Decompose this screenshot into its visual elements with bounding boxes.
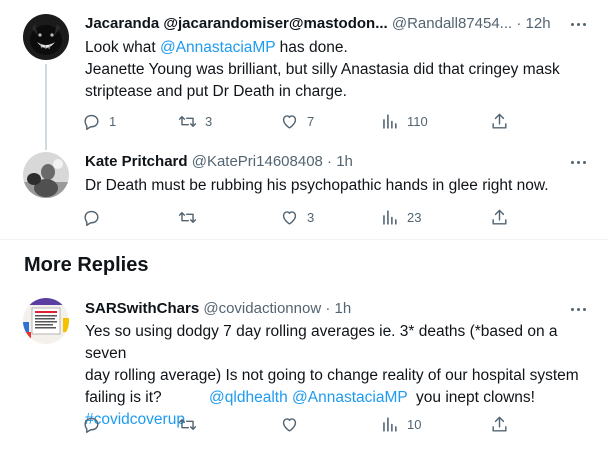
separator-dot: · <box>325 300 331 317</box>
view-count: 10 <box>407 416 422 432</box>
action-bar: 3 23 <box>82 205 512 229</box>
tweet-jacaranda[interactable]: Jacaranda @jacarandomiser@mastodon... @R… <box>0 0 608 150</box>
tweet-header: Kate Pritchard @KatePri14608408 · 1h <box>85 151 568 173</box>
heart-icon <box>282 114 297 129</box>
more-icon <box>570 160 574 164</box>
more-icon <box>570 307 574 311</box>
text-run: has done. <box>275 39 348 56</box>
view-count: 110 <box>407 113 428 129</box>
user-handle[interactable]: @Randall87454... <box>392 15 512 32</box>
share-button[interactable] <box>490 109 509 133</box>
share-icon <box>492 416 507 432</box>
text-run: Yes so using dodgy 7 day rolling average… <box>85 323 558 362</box>
reply-icon <box>84 210 99 226</box>
reply-icon <box>84 417 99 433</box>
text-run: Jeanette Young was brilliant, but silly … <box>85 61 560 78</box>
text-line: day rolling average) Is not going to cha… <box>85 365 592 387</box>
heart-icon <box>282 210 297 225</box>
more-button[interactable] <box>568 14 588 34</box>
avatar[interactable] <box>23 152 69 198</box>
more-button[interactable] <box>568 299 588 319</box>
more-icon <box>570 22 574 26</box>
reply-icon <box>84 114 99 130</box>
mention-link[interactable]: @AnnastaciaMP <box>292 389 407 406</box>
like-count: 3 <box>307 209 315 225</box>
tweet-kate-pritchard[interactable]: Kate Pritchard @KatePri14608408 · 1h Dr … <box>0 143 608 239</box>
text-run: Dr Death must be rubbing his psychopathi… <box>85 177 549 194</box>
retweet-icon <box>178 115 197 127</box>
share-button[interactable] <box>490 412 509 436</box>
action-bar: 1 3 7 110 <box>82 109 512 133</box>
heart-icon <box>282 417 297 432</box>
views-icon <box>383 113 397 129</box>
retweet-button[interactable] <box>178 205 205 229</box>
text-run: day rolling average) Is not going to cha… <box>85 367 579 384</box>
more-button[interactable] <box>568 152 588 172</box>
share-icon <box>492 209 507 225</box>
views-button[interactable]: 110 <box>380 109 428 133</box>
separator-dot: · <box>327 153 333 170</box>
text-line: Yes so using dodgy 7 day rolling average… <box>85 321 592 365</box>
text-run: Look what <box>85 39 160 56</box>
thread-line <box>45 64 47 150</box>
text-line: failing is it? @qldhealth @AnnastaciaMP … <box>85 387 592 409</box>
text-run: striptease and put Dr Death in charge. <box>85 83 347 100</box>
retweet-button[interactable] <box>178 412 205 436</box>
reply-button[interactable] <box>82 205 109 229</box>
tweet-text: Dr Death must be rubbing his psychopathi… <box>85 175 592 197</box>
text-line: Jeanette Young was brilliant, but silly … <box>85 59 592 81</box>
text-line: Look what @AnnastaciaMP has done. <box>85 37 592 59</box>
display-name[interactable]: SARSwithChars <box>85 300 199 317</box>
avatar[interactable] <box>23 298 69 344</box>
display-name[interactable]: Kate Pritchard <box>85 153 188 170</box>
tweet-header: Jacaranda @jacarandomiser@mastodon... @R… <box>85 13 568 35</box>
display-name[interactable]: Jacaranda @jacarandomiser@mastodon... <box>85 15 388 32</box>
reply-button[interactable]: 1 <box>82 109 116 133</box>
reply-button[interactable] <box>82 412 109 436</box>
text-line: striptease and put Dr Death in charge. <box>85 81 592 103</box>
views-icon <box>383 209 397 225</box>
more-replies-heading: More Replies <box>24 254 149 276</box>
text-run: failing is it? <box>85 389 210 406</box>
views-icon <box>383 416 397 432</box>
retweet-icon <box>178 211 197 223</box>
reply-count: 1 <box>109 113 117 129</box>
retweet-count: 3 <box>205 113 213 129</box>
timestamp[interactable]: 1h <box>335 300 352 317</box>
retweet-icon <box>178 418 197 430</box>
share-button[interactable] <box>490 205 509 229</box>
tweet-text: Look what @AnnastaciaMP has done. Jeanet… <box>85 37 592 103</box>
view-count: 23 <box>407 209 422 225</box>
like-button[interactable]: 7 <box>280 109 314 133</box>
like-count: 7 <box>307 113 315 129</box>
share-icon <box>492 113 507 129</box>
retweet-button[interactable]: 3 <box>178 109 212 133</box>
timestamp[interactable]: 1h <box>336 153 353 170</box>
mention-link[interactable]: @qldhealth <box>209 389 288 406</box>
avatar[interactable] <box>23 14 69 60</box>
action-bar: 10 <box>82 412 512 436</box>
separator-dot: · <box>516 15 522 32</box>
like-button[interactable] <box>280 412 307 436</box>
views-button[interactable]: 23 <box>380 205 421 229</box>
timestamp[interactable]: 12h <box>526 15 551 32</box>
text-line: Dr Death must be rubbing his psychopathi… <box>85 175 592 197</box>
section-divider <box>0 239 608 240</box>
tweet-sarswithchars[interactable]: SARSwithChars @covidactionnow · 1h Yes s… <box>0 292 608 455</box>
user-handle[interactable]: @covidactionnow <box>203 300 321 317</box>
user-handle[interactable]: @KatePri14608408 <box>192 153 323 170</box>
like-button[interactable]: 3 <box>280 205 314 229</box>
mention-link[interactable]: @AnnastaciaMP <box>160 39 275 56</box>
tweet-header: SARSwithChars @covidactionnow · 1h <box>85 298 568 320</box>
views-button[interactable]: 10 <box>380 412 421 436</box>
text-run: you inept clowns! <box>407 389 535 406</box>
